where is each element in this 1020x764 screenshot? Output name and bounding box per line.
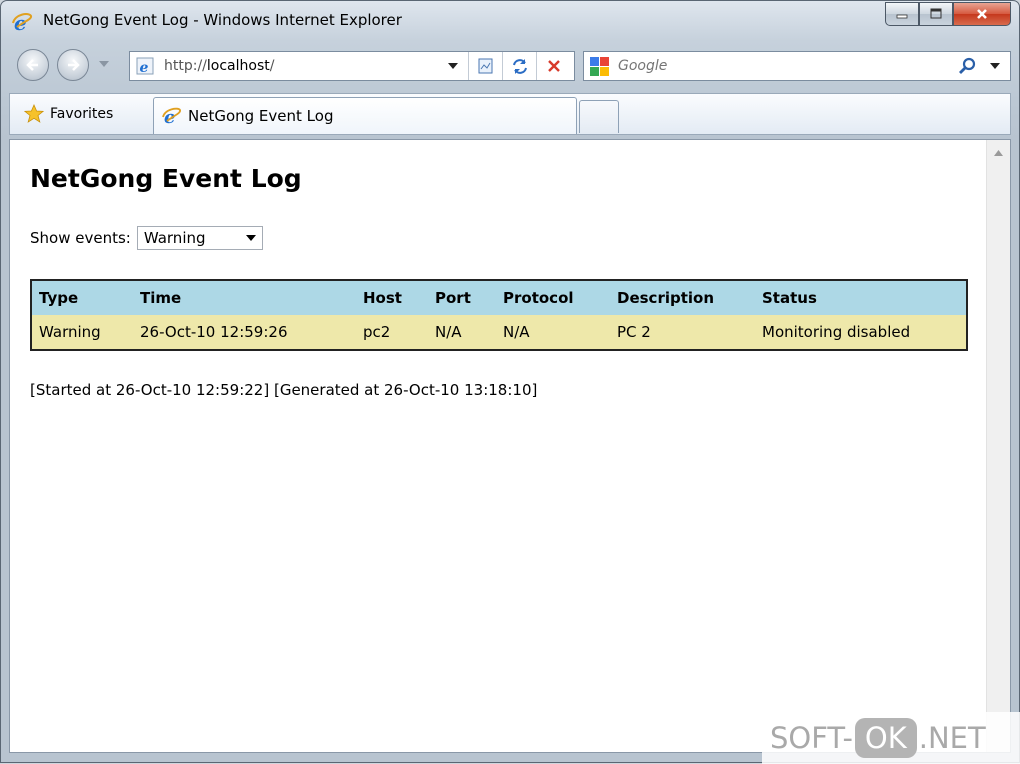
search-input[interactable]	[618, 56, 938, 76]
watermark-part-2: OK	[854, 718, 917, 758]
cell-type: Warning	[31, 315, 133, 350]
column-header-status: Status	[755, 280, 967, 315]
column-header-description: Description	[610, 280, 755, 315]
window-title: NetGong Event Log - Windows Internet Exp…	[43, 11, 402, 29]
new-tab-button[interactable]	[579, 100, 619, 133]
address-dropdown-icon[interactable]	[448, 63, 458, 69]
internet-explorer-icon: e	[162, 107, 181, 126]
search-box[interactable]	[583, 51, 1011, 81]
table-header-row: Type Time Host Port Protocol Description…	[31, 280, 967, 315]
minimize-button[interactable]	[885, 2, 919, 26]
star-icon	[24, 104, 44, 123]
column-header-port: Port	[428, 280, 496, 315]
watermark: SOFT- OK .NET	[762, 712, 1020, 764]
maximize-button[interactable]	[919, 2, 953, 26]
stop-icon	[547, 60, 560, 72]
chevron-down-icon	[245, 235, 256, 241]
title-bar[interactable]: e NetGong Event Log - Windows Internet E…	[1, 1, 1019, 41]
close-button[interactable]	[953, 2, 1011, 26]
navigation-bar: e http://localhost/	[1, 45, 1019, 89]
caption-buttons	[885, 2, 1011, 28]
scroll-up-arrow-icon[interactable]	[994, 150, 1003, 156]
favorites-button[interactable]: Favorites	[16, 99, 121, 129]
vertical-scrollbar[interactable]	[986, 140, 1010, 752]
tab-bar: Favorites e NetGong Event Log	[9, 93, 1011, 135]
refresh-icon	[512, 59, 527, 74]
compatibility-view-button[interactable]	[468, 52, 502, 80]
google-logo-icon	[590, 57, 609, 76]
cell-protocol: N/A	[496, 315, 610, 350]
filter-label: Show events:	[30, 229, 131, 247]
close-icon	[977, 9, 987, 19]
internet-explorer-icon: e	[12, 11, 33, 33]
forward-arrow-icon	[68, 59, 80, 71]
watermark-part-1: SOFT-	[770, 721, 853, 755]
cell-status: Monitoring disabled	[755, 315, 967, 350]
column-header-host: Host	[356, 280, 428, 315]
watermark-part-3: .NET	[918, 721, 986, 755]
page-title: NetGong Event Log	[30, 164, 302, 193]
address-bar[interactable]: e http://localhost/	[129, 51, 575, 81]
event-type-selected: Warning	[143, 229, 206, 247]
tab-netgong-event-log[interactable]: e NetGong Event Log	[153, 97, 577, 134]
event-type-select[interactable]: Warning	[136, 226, 263, 250]
events-table: Type Time Host Port Protocol Description…	[30, 279, 968, 351]
generation-info: [Started at 26-Oct-10 12:59:22] [Generat…	[30, 381, 538, 399]
svg-text:e: e	[140, 60, 149, 75]
cell-port: N/A	[428, 315, 496, 350]
cell-host: pc2	[356, 315, 428, 350]
browser-window: e NetGong Event Log - Windows Internet E…	[0, 0, 1020, 763]
cell-description: PC 2	[610, 315, 755, 350]
stop-button[interactable]	[536, 52, 570, 80]
recent-pages-dropdown-icon[interactable]	[99, 61, 109, 67]
search-icon[interactable]	[956, 56, 978, 78]
search-options-dropdown-icon[interactable]	[990, 63, 1000, 69]
minimize-icon	[896, 14, 908, 19]
address-text[interactable]: http://localhost/	[164, 58, 274, 74]
table-row: Warning 26-Oct-10 12:59:26 pc2 N/A N/A P…	[31, 315, 967, 350]
refresh-button[interactable]	[502, 52, 536, 80]
tab-label: NetGong Event Log	[188, 107, 334, 125]
column-header-time: Time	[133, 280, 356, 315]
maximize-icon	[930, 8, 942, 19]
back-button[interactable]	[17, 49, 49, 81]
cell-time: 26-Oct-10 12:59:26	[133, 315, 356, 350]
compatibility-view-icon	[478, 58, 492, 74]
event-filter: Show events: Warning	[30, 226, 263, 250]
page-icon: e	[136, 57, 154, 75]
back-arrow-icon	[26, 59, 38, 71]
page-viewport: NetGong Event Log Show events: Warning T…	[9, 139, 1011, 753]
forward-button[interactable]	[57, 49, 89, 81]
favorites-label: Favorites	[50, 106, 114, 122]
column-header-protocol: Protocol	[496, 280, 610, 315]
column-header-type: Type	[31, 280, 133, 315]
